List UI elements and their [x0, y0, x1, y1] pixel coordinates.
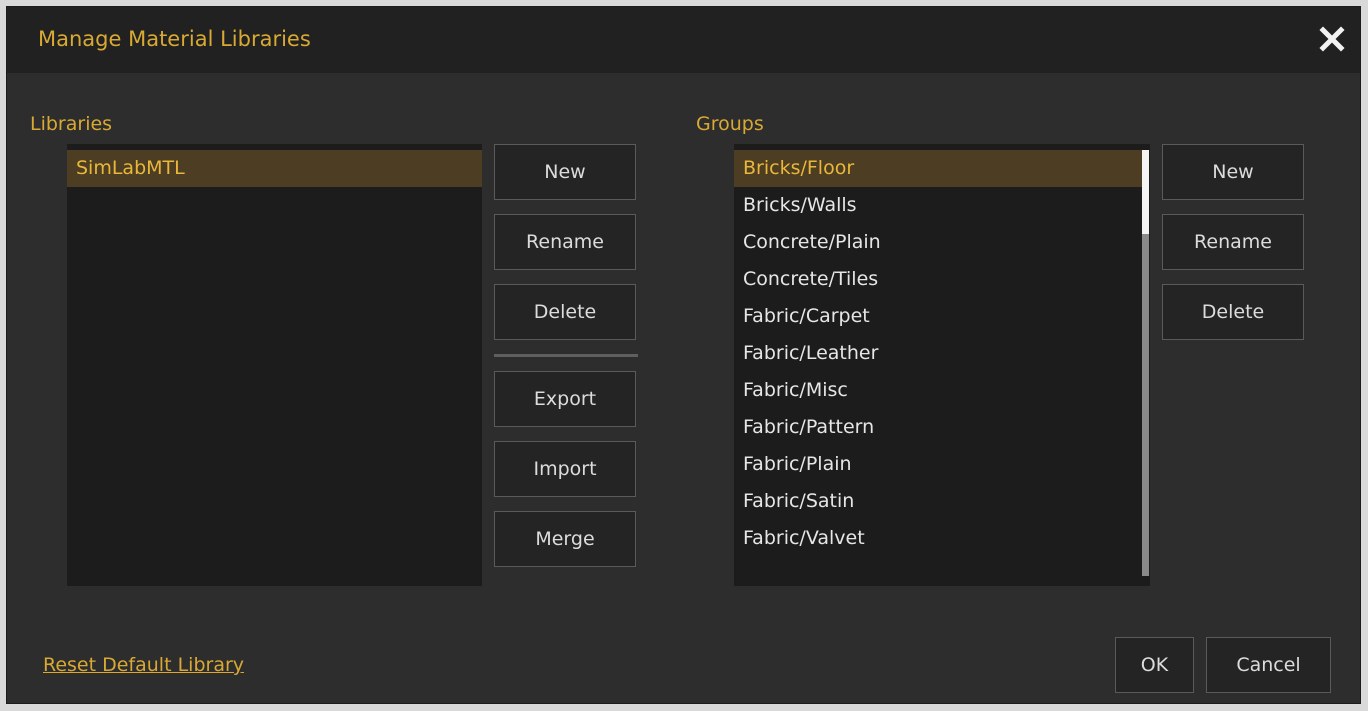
libraries-list[interactable]: SimLabMTL — [67, 144, 482, 586]
library-rename-button[interactable]: Rename — [494, 214, 636, 270]
group-list-item[interactable]: Concrete/Plain — [734, 224, 1145, 261]
library-import-button[interactable]: Import — [494, 441, 636, 497]
button-separator — [494, 354, 638, 357]
manage-material-libraries-dialog: Manage Material Libraries Libraries SimL… — [6, 6, 1361, 704]
group-list-item[interactable]: Bricks/Floor — [734, 150, 1145, 187]
group-rename-button[interactable]: Rename — [1162, 214, 1304, 270]
group-new-button[interactable]: New — [1162, 144, 1304, 200]
group-list-item[interactable]: Bricks/Walls — [734, 187, 1145, 224]
group-list-item[interactable]: Fabric/Plain — [734, 446, 1145, 483]
close-button[interactable] — [1314, 21, 1350, 57]
library-merge-button[interactable]: Merge — [494, 511, 636, 567]
group-delete-button[interactable]: Delete — [1162, 284, 1304, 340]
library-new-button[interactable]: New — [494, 144, 636, 200]
group-list-item[interactable]: Fabric/Carpet — [734, 298, 1145, 335]
cancel-button[interactable]: Cancel — [1206, 637, 1331, 693]
group-list-item[interactable]: Fabric/Satin — [734, 483, 1145, 520]
libraries-label: Libraries — [30, 113, 113, 135]
library-delete-button[interactable]: Delete — [494, 284, 636, 340]
close-icon — [1319, 26, 1345, 52]
groups-list[interactable]: Bricks/Floor Bricks/Walls Concrete/Plain Co… — [734, 144, 1150, 586]
title-bar: Manage Material Libraries — [7, 7, 1360, 73]
group-list-item[interactable]: Fabric/Misc — [734, 372, 1145, 409]
library-export-button[interactable]: Export — [494, 371, 636, 427]
groups-label: Groups — [696, 113, 764, 135]
group-list-item[interactable]: Concrete/Tiles — [734, 261, 1145, 298]
group-list-item[interactable]: Fabric/Pattern — [734, 409, 1145, 446]
library-list-item[interactable]: SimLabMTL — [67, 150, 482, 187]
groups-scrollbar-thumb[interactable] — [1142, 150, 1149, 234]
dialog-title: Manage Material Libraries — [38, 27, 311, 51]
group-list-item[interactable]: Fabric/Valvet — [734, 520, 1145, 557]
group-list-item[interactable]: Fabric/Leather — [734, 335, 1145, 372]
ok-button[interactable]: OK — [1115, 637, 1194, 693]
reset-default-library-link[interactable]: Reset Default Library — [43, 654, 244, 676]
